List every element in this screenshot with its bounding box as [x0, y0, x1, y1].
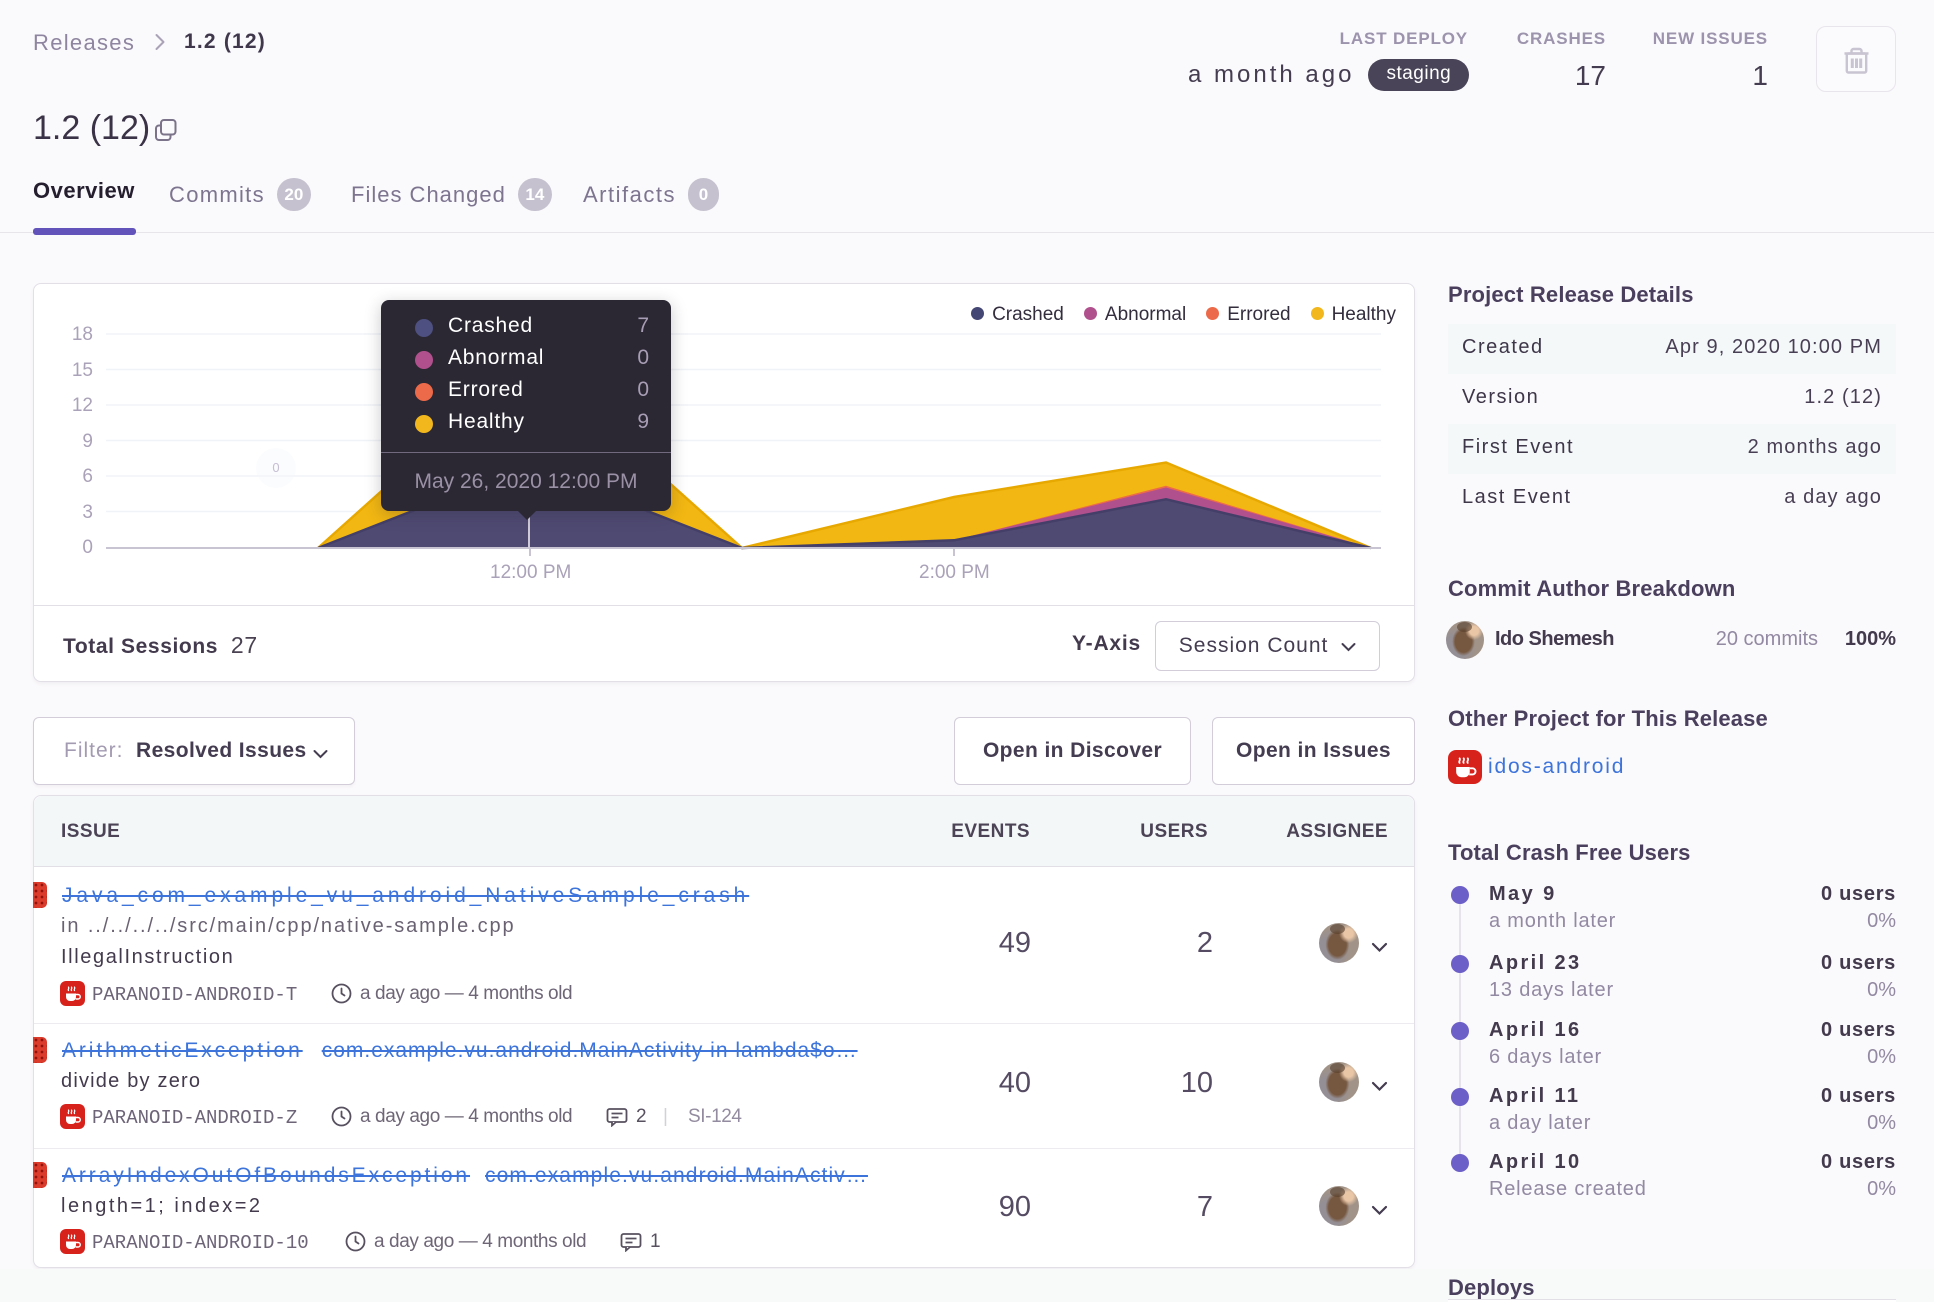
svg-text:0: 0	[272, 460, 279, 475]
